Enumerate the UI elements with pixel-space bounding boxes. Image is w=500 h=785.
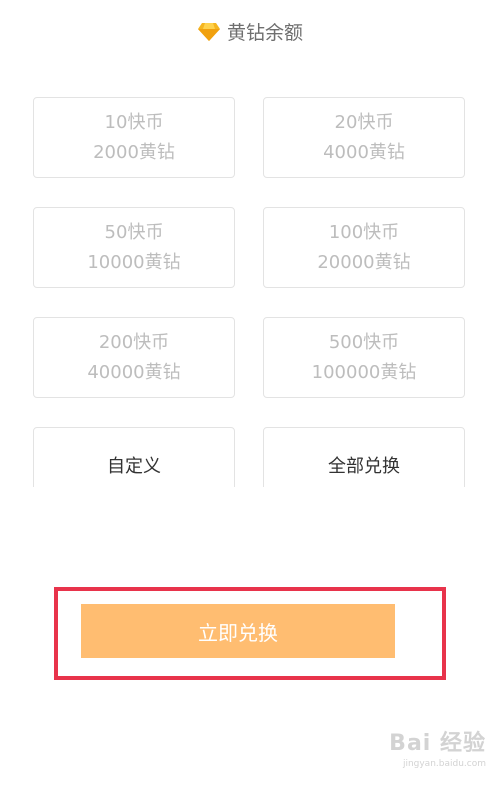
option-coins: 200快币 — [98, 331, 170, 353]
option-coins: 20快币 — [334, 111, 394, 133]
option-coins: 10快币 — [104, 111, 164, 133]
option-coins: 50快币 — [104, 221, 164, 243]
option-10-coins[interactable]: 10快币 2000黄钻 — [33, 97, 235, 178]
option-200-coins[interactable]: 200快币 40000黄钻 — [33, 317, 235, 398]
diamond-icon — [197, 22, 220, 41]
watermark-logo: Bai 经验 — [389, 731, 486, 756]
option-diamonds: 40000黄钻 — [87, 361, 181, 383]
balance-header: 黄钻余额 — [0, 18, 500, 45]
option-100-coins[interactable]: 100快币 20000黄钻 — [263, 207, 465, 288]
option-500-coins[interactable]: 500快币 100000黄钻 — [263, 317, 465, 398]
balance-title: 黄钻余额 — [226, 22, 303, 44]
exchange-all-label: 全部兑换 — [328, 456, 400, 477]
exchange-all-button[interactable]: 全部兑换 — [263, 427, 465, 487]
custom-label: 自定义 — [107, 456, 161, 477]
option-coins: 500快币 — [328, 331, 400, 353]
baidu-watermark: Bai 经验 jingyan.baidu.com — [366, 725, 486, 771]
watermark-url: jingyan.baidu.com — [402, 759, 486, 769]
option-diamonds: 100000黄钻 — [311, 361, 417, 383]
option-50-coins[interactable]: 50快币 10000黄钻 — [33, 207, 235, 288]
exchange-now-button[interactable]: 立即兑换 — [81, 604, 395, 658]
option-20-coins[interactable]: 20快币 4000黄钻 — [263, 97, 465, 178]
option-coins: 100快币 — [328, 221, 400, 243]
option-diamonds: 20000黄钻 — [317, 251, 411, 273]
option-diamonds: 4000黄钻 — [323, 141, 405, 163]
option-diamonds: 10000黄钻 — [87, 251, 181, 273]
option-diamonds: 2000黄钻 — [93, 141, 175, 163]
exchange-options-grid: 10快币 2000黄钻 20快币 4000黄钻 50快币 10000黄钻 100… — [33, 97, 466, 487]
custom-amount-button[interactable]: 自定义 — [33, 427, 235, 487]
